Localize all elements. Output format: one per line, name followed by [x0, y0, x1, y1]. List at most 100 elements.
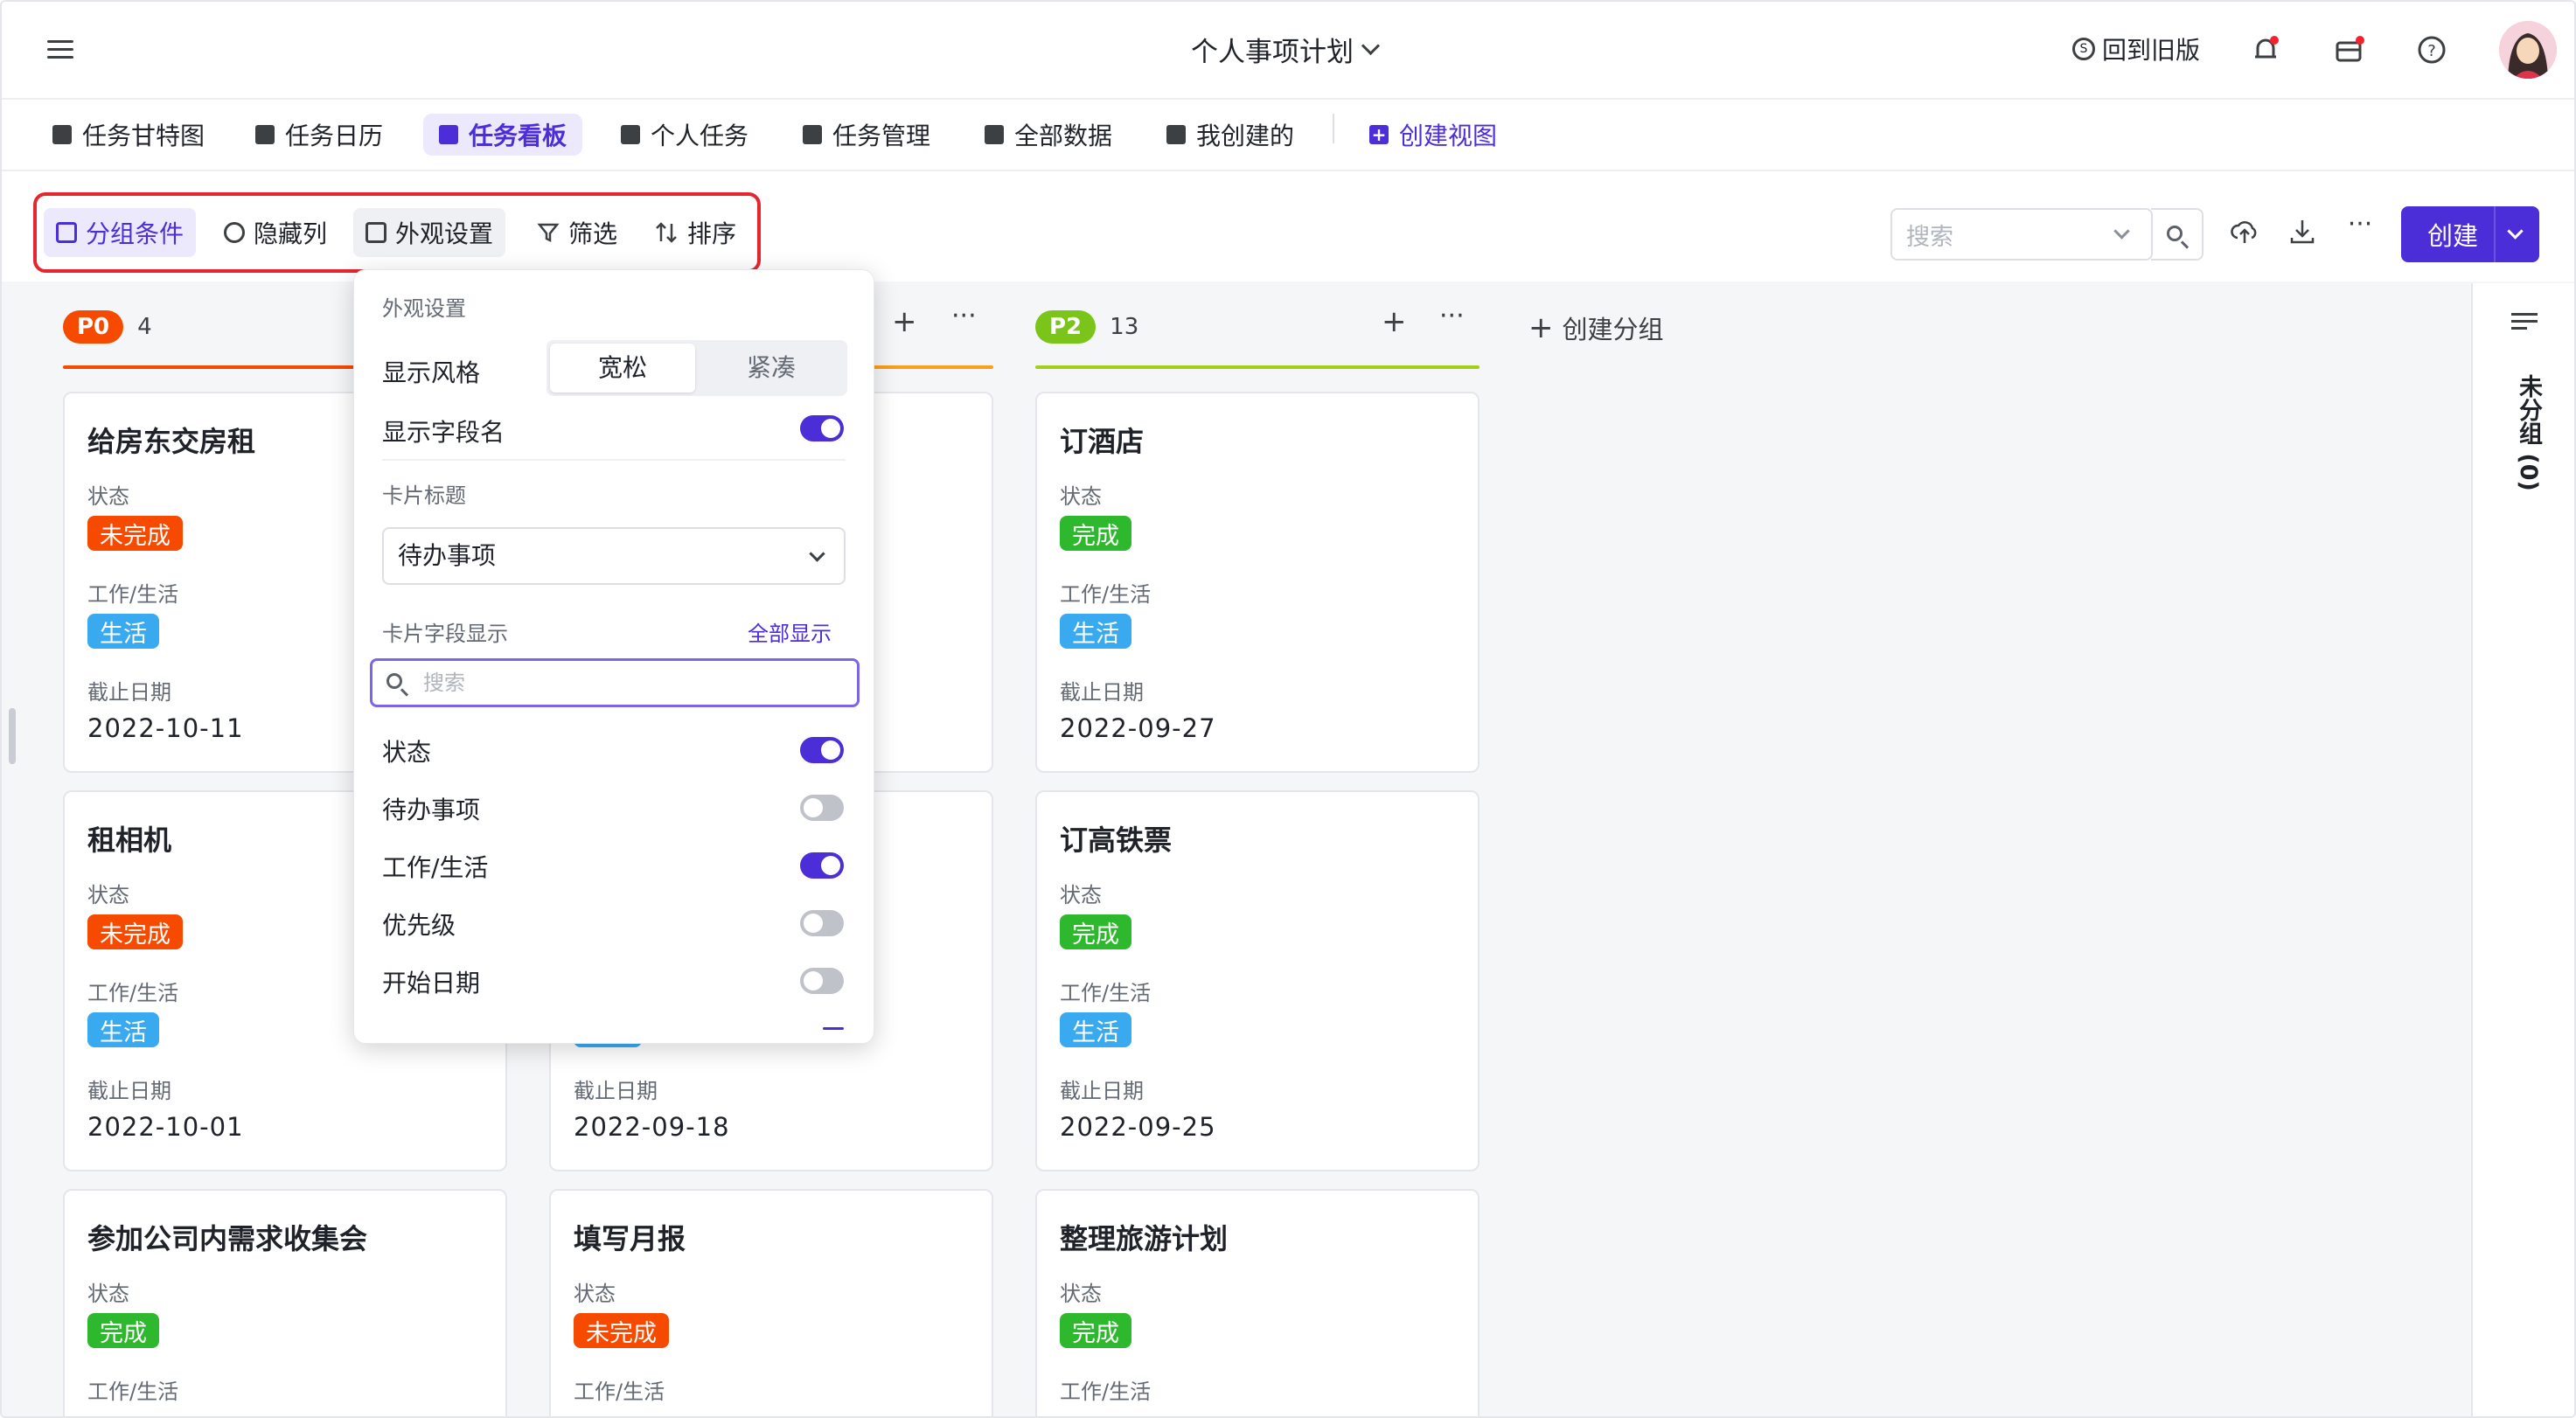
- tab-gantt[interactable]: 任务甘特图: [37, 114, 220, 156]
- task-card[interactable]: 订酒店 状态 完成 工作/生活 生活 截止日期 2022-09-27: [1035, 392, 1479, 773]
- column-underline: [871, 365, 993, 369]
- status-badge: 完成: [1060, 1313, 1131, 1348]
- field-label: 工作/生活: [574, 1380, 665, 1404]
- app-window: 个人事项计划 S 回到旧版 ? 任务甘特图 任务日历 任务看板 个人任务 任务管…: [0, 0, 2576, 1418]
- avatar[interactable]: [2499, 21, 2557, 79]
- style-option-loose[interactable]: 宽松: [550, 344, 695, 393]
- tab-personal-tasks[interactable]: 个人任务: [605, 114, 764, 156]
- column-header-p2[interactable]: P2 13: [1035, 301, 1138, 353]
- gantt-icon: [52, 125, 72, 144]
- inbox-icon[interactable]: [2333, 33, 2366, 66]
- due-date: 2022-09-18: [574, 1112, 730, 1142]
- search-input[interactable]: 搜索: [1890, 208, 2153, 261]
- tab-all-data[interactable]: 全部数据: [969, 114, 1128, 156]
- help-icon[interactable]: ?: [2415, 33, 2448, 66]
- priority-pill: P2: [1035, 310, 1097, 344]
- create-view-button[interactable]: + 创建视图: [1354, 114, 1513, 156]
- task-card[interactable]: 填写月报 状态 未完成 工作/生活: [549, 1189, 993, 1416]
- field-label: 状态: [574, 1282, 616, 1306]
- resize-handle[interactable]: [9, 708, 16, 764]
- field-switch-status[interactable]: [800, 737, 844, 763]
- tab-label: 我创建的: [1196, 122, 1295, 150]
- tab-label: 任务看板: [469, 122, 567, 150]
- chevron-down-icon[interactable]: [2113, 223, 2130, 240]
- column-more-icon[interactable]: ···: [1439, 301, 1465, 331]
- chevron-down-icon: [1361, 36, 1381, 56]
- search-button[interactable]: [2151, 208, 2204, 261]
- bell-icon[interactable]: [2249, 33, 2282, 66]
- app-title[interactable]: 个人事项计划: [1191, 30, 1381, 69]
- status-badge: 未完成: [574, 1313, 669, 1348]
- column-count: 13: [1110, 314, 1139, 340]
- view-tabs: 任务甘特图 任务日历 任务看板 个人任务 任务管理 全部数据 我创建的 + 创建视…: [2, 100, 2574, 171]
- search-placeholder: 搜索: [1906, 223, 1953, 251]
- popup-title: 外观设置: [382, 296, 466, 321]
- top-bar: 个人事项计划 S 回到旧版 ?: [2, 2, 2574, 100]
- field-row-label: 状态: [382, 738, 432, 767]
- chevron-down-icon[interactable]: [2507, 223, 2524, 240]
- card-title-select[interactable]: 待办事项: [382, 527, 846, 585]
- download-icon[interactable]: [2287, 217, 2317, 247]
- chevron-down-icon: [809, 546, 825, 562]
- app-title-text: 个人事项计划: [1191, 37, 1354, 68]
- divider: [382, 459, 846, 461]
- toolbar-highlight-box: [33, 192, 761, 273]
- category-badge: 生活: [1060, 1012, 1131, 1047]
- style-option-compact[interactable]: 紧凑: [699, 344, 844, 393]
- ungrouped-panel[interactable]: 未分组 (0): [2471, 283, 2574, 1416]
- field-row-label: 工作/生活: [382, 853, 489, 882]
- field-switch-work-life[interactable]: [800, 852, 844, 879]
- tab-label: 任务管理: [832, 122, 931, 150]
- field-label: 状态: [87, 883, 129, 907]
- field-label: 状态: [87, 1282, 129, 1306]
- task-card[interactable]: 整理旅游计划 状态 完成 工作/生活: [1035, 1189, 1479, 1416]
- tab-label: 个人任务: [651, 122, 749, 150]
- upload-cloud-icon[interactable]: [2230, 217, 2259, 247]
- field-label: 工作/生活: [1060, 1380, 1152, 1404]
- task-card[interactable]: 订高铁票 状态 完成 工作/生活 生活 截止日期 2022-09-25: [1035, 790, 1479, 1171]
- grid-icon: [621, 125, 640, 144]
- add-card-icon[interactable]: +: [892, 304, 917, 339]
- create-label: 创建: [2427, 221, 2479, 251]
- more-icon[interactable]: ···: [2345, 212, 2375, 241]
- priority-pill: P0: [63, 310, 124, 344]
- column-header-p0[interactable]: P0 4: [63, 301, 152, 353]
- tab-kanban[interactable]: 任务看板: [423, 114, 583, 156]
- category-badge: 生活: [1060, 614, 1131, 649]
- field-label: 状态: [1060, 1282, 1102, 1306]
- due-date: 2022-09-25: [1060, 1112, 1216, 1142]
- tab-label: 任务日历: [285, 122, 384, 150]
- tab-label: 全部数据: [1014, 122, 1113, 150]
- category-badge: 生活: [87, 1012, 159, 1047]
- tab-created-by-me[interactable]: 我创建的: [1151, 114, 1310, 156]
- search-icon: [2167, 226, 2183, 241]
- task-card[interactable]: 参加公司内需求收集会 状态 完成 工作/生活: [63, 1189, 507, 1416]
- column-more-icon[interactable]: ···: [951, 301, 977, 331]
- grid-icon: [985, 125, 1004, 144]
- field-row-label: 开始日期: [382, 969, 481, 997]
- list-icon[interactable]: [2511, 313, 2538, 334]
- back-to-old-version-button[interactable]: S 回到旧版: [2072, 31, 2200, 66]
- field-switch-todo[interactable]: [800, 795, 844, 821]
- category-badge: 生活: [87, 614, 159, 649]
- card-title-section-label: 卡片标题: [382, 483, 466, 508]
- card-title: 租相机: [87, 824, 172, 857]
- create-group-button[interactable]: + 创建分组: [1528, 309, 1664, 346]
- field-switch-priority[interactable]: [800, 910, 844, 936]
- show-field-name-switch[interactable]: [800, 415, 844, 441]
- field-label: 截止日期: [1060, 1079, 1144, 1103]
- card-title-select-value: 待办事项: [398, 541, 497, 570]
- menu-icon[interactable]: [47, 40, 73, 59]
- show-all-link[interactable]: 全部显示: [748, 616, 832, 647]
- due-date: 2022-10-11: [87, 713, 244, 743]
- add-card-icon[interactable]: +: [1382, 304, 1407, 339]
- field-label: 状态: [1060, 883, 1102, 907]
- field-label: 工作/生活: [1060, 981, 1152, 1005]
- field-switch-start-date[interactable]: [800, 968, 844, 994]
- status-badge: 完成: [87, 1313, 159, 1348]
- create-button[interactable]: 创建: [2401, 206, 2539, 262]
- search-icon: [386, 673, 402, 689]
- field-search-input[interactable]: 搜索: [370, 658, 860, 707]
- tab-task-management[interactable]: 任务管理: [787, 114, 946, 156]
- tab-calendar[interactable]: 任务日历: [240, 114, 399, 156]
